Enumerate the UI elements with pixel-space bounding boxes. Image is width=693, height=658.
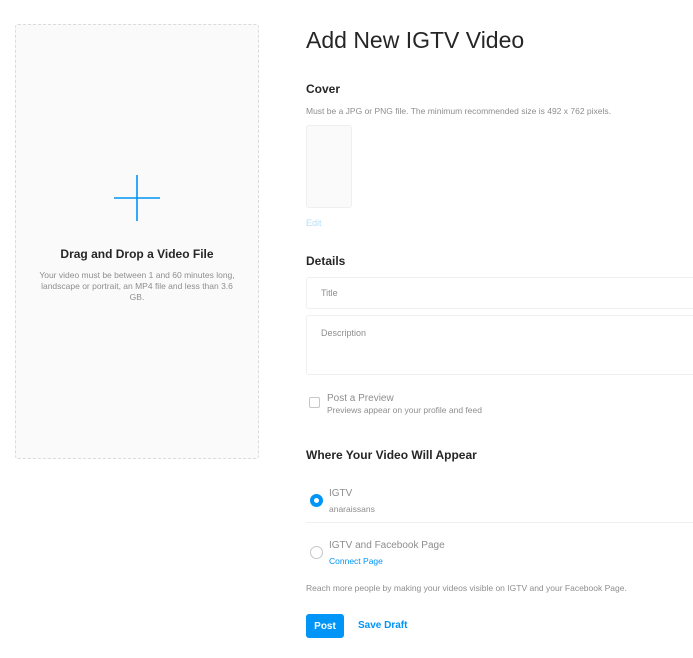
edit-cover-link[interactable]: Edit [306,218,322,228]
placement-heading: Where Your Video Will Appear [306,448,477,462]
details-heading: Details [306,254,346,268]
title-input[interactable] [306,277,693,309]
drop-zone-description: Your video must be between 1 and 60 minu… [39,270,235,302]
drop-zone-title: Drag and Drop a Video File [60,247,214,261]
cover-heading: Cover [306,82,341,96]
reach-description: Reach more people by making your videos … [306,583,627,593]
igtv-facebook-option-label: IGTV and Facebook Page [329,540,445,551]
post-preview-label: Post a Preview [327,393,394,404]
options-divider [306,522,693,523]
plus-icon [114,175,160,221]
connect-page-link[interactable]: Connect Page [329,556,383,566]
post-preview-checkbox[interactable] [309,397,320,408]
save-draft-button[interactable]: Save Draft [358,614,407,638]
igtv-radio[interactable] [310,494,323,507]
igtv-facebook-radio[interactable] [310,546,323,559]
igtv-option-label: IGTV [329,488,353,499]
video-drop-zone[interactable]: Drag and Drop a Video File Your video mu… [15,24,259,459]
page-title: Add New IGTV Video [306,27,525,53]
cover-hint: Must be a JPG or PNG file. The minimum r… [306,106,612,116]
cover-thumbnail[interactable] [306,125,352,208]
description-input[interactable] [306,315,693,375]
igtv-account-name: anaraissans [329,504,375,514]
post-preview-sublabel: Previews appear on your profile and feed [327,405,482,415]
igtv-upload-page: Drag and Drop a Video File Your video mu… [0,0,693,658]
post-button[interactable]: Post [306,614,344,638]
